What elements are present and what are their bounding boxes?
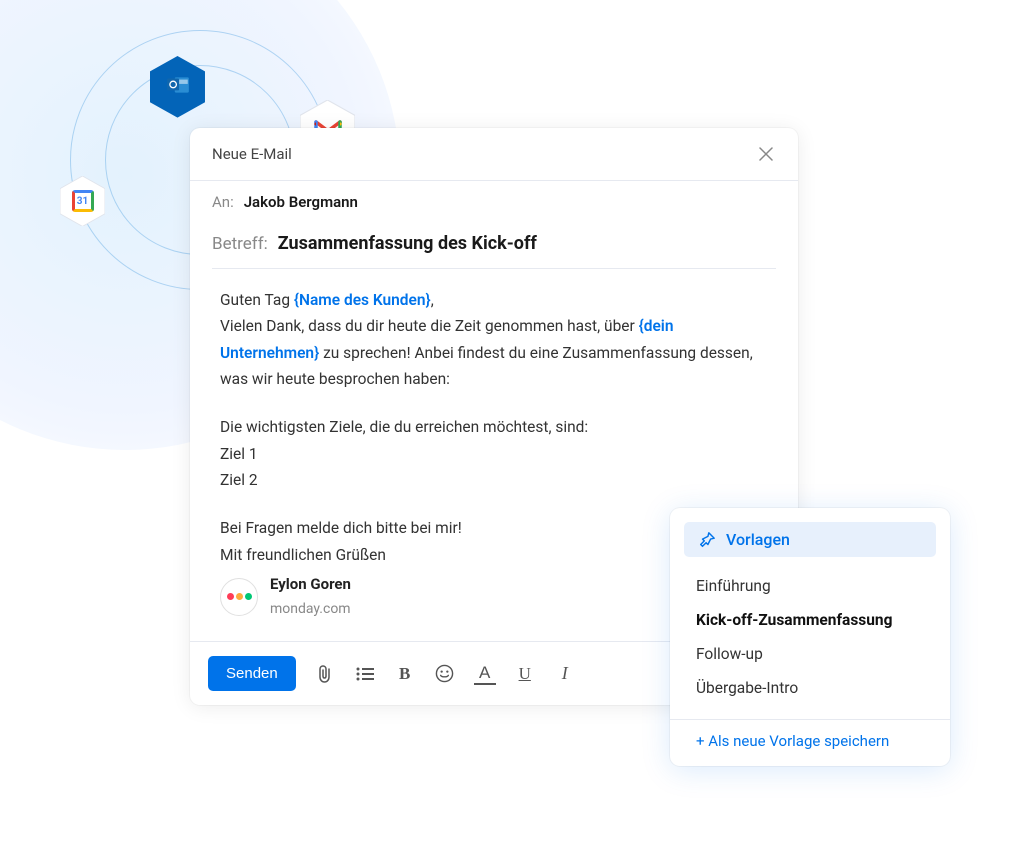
subject-field-row[interactable]: Betreff: Zusammenfassung des Kick-off	[212, 223, 776, 269]
line2-prefix: Vielen Dank, dass du dir heute die Zeit …	[220, 317, 639, 335]
greeting-prefix: Guten Tag	[220, 291, 294, 309]
to-label: An:	[212, 193, 234, 211]
list-button[interactable]	[354, 663, 376, 685]
goals-intro-line: Die wichtigsten Ziele, die du erreichen …	[220, 414, 768, 440]
templates-header-label: Vorlagen	[726, 530, 790, 549]
template-option-kickoff[interactable]: Kick-off-Zusammenfassung	[670, 603, 950, 637]
google-calendar-integration-icon: 31	[60, 176, 105, 226]
smiley-icon	[435, 664, 454, 683]
outlook-icon	[165, 72, 191, 102]
templates-list: Einführung Kick-off-Zusammenfassung Foll…	[670, 561, 950, 713]
save-as-template-button[interactable]: + Als neue Vorlage speichern	[670, 720, 950, 756]
greeting-suffix: ,	[431, 291, 434, 309]
emoji-button[interactable]	[434, 663, 456, 685]
bullet-list-icon	[356, 667, 374, 681]
placeholder-client-name: {Name des Kunden}	[294, 291, 431, 309]
template-option-followup[interactable]: Follow-up	[670, 637, 950, 671]
templates-header-button[interactable]: Vorlagen	[684, 522, 936, 557]
close-button[interactable]	[756, 144, 776, 164]
close-icon	[758, 146, 774, 162]
composer-title: Neue E-Mail	[212, 145, 292, 163]
thanks-line: Vielen Dank, dass du dir heute die Zeit …	[220, 317, 753, 388]
paperclip-icon	[316, 664, 334, 684]
calendar-icon: 31	[72, 190, 94, 212]
italic-button[interactable]: I	[554, 663, 576, 685]
goal-2: Ziel 2	[220, 467, 768, 493]
to-recipient: Jakob Bergmann	[244, 193, 358, 211]
outlook-integration-icon	[150, 56, 205, 118]
signature-company: monday.com	[270, 598, 351, 622]
template-option-handover[interactable]: Übergabe-Intro	[670, 671, 950, 705]
text-color-button[interactable]: A	[474, 663, 496, 685]
signature-name: Eylon Goren	[270, 572, 351, 598]
templates-popover: Vorlagen Einführung Kick-off-Zusammenfas…	[670, 508, 950, 766]
subject-label: Betreff:	[212, 234, 268, 254]
send-button[interactable]: Senden	[208, 656, 296, 691]
to-field-row[interactable]: An: Jakob Bergmann	[190, 181, 798, 223]
body-paragraph-2: Die wichtigsten Ziele, die du erreichen …	[220, 414, 768, 493]
pin-icon	[698, 531, 716, 549]
bold-button[interactable]: B	[394, 663, 416, 685]
goal-1: Ziel 1	[220, 441, 768, 467]
template-option-intro[interactable]: Einführung	[670, 569, 950, 603]
composer-header: Neue E-Mail	[190, 128, 798, 181]
subject-value: Zusammenfassung des Kick-off	[278, 233, 537, 254]
signature-text: Eylon Goren monday.com	[270, 572, 351, 621]
greeting-line: Guten Tag {Name des Kunden},	[220, 287, 768, 313]
monday-logo-icon	[227, 593, 252, 600]
avatar	[220, 578, 258, 616]
underline-button[interactable]: U	[514, 663, 536, 685]
body-paragraph-1: Guten Tag {Name des Kunden}, Vielen Dank…	[220, 287, 768, 392]
attachment-button[interactable]	[314, 663, 336, 685]
